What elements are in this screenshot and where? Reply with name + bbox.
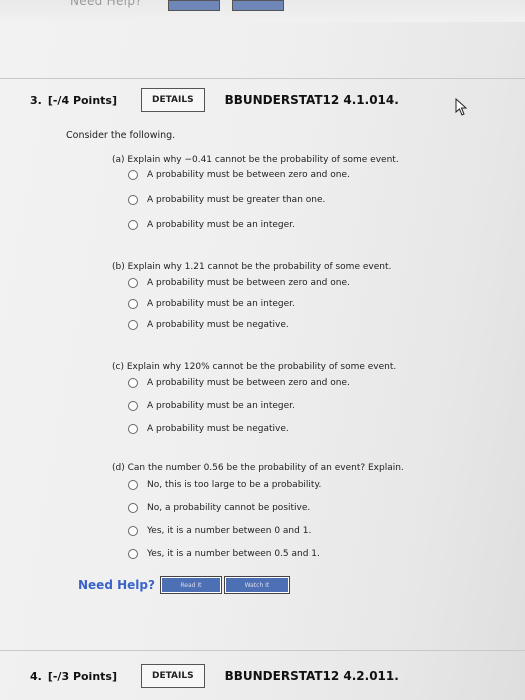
part-d-option-2[interactable]: No, a probability cannot be positive. xyxy=(128,503,310,513)
question4-header: 4. [-/3 Points] DETAILS BBUNDERSTAT12 4.… xyxy=(30,664,399,688)
option-label: A probability must be an integer. xyxy=(147,299,295,309)
radio-icon[interactable] xyxy=(128,320,138,330)
question3-details-button[interactable]: DETAILS xyxy=(141,88,205,112)
radio-icon[interactable] xyxy=(128,170,138,180)
option-label: A probability must be between zero and o… xyxy=(147,378,350,388)
part-c-option-1[interactable]: A probability must be between zero and o… xyxy=(128,378,350,388)
question-divider xyxy=(0,650,525,651)
previous-question-strip: Need Help? xyxy=(0,0,525,22)
option-label: No, a probability cannot be positive. xyxy=(147,503,311,513)
radio-icon[interactable] xyxy=(128,220,138,230)
question3-intro: Consider the following. xyxy=(66,130,176,141)
question4-details-button[interactable]: DETAILS xyxy=(141,664,205,688)
need-help-label: Need Help? xyxy=(78,578,155,592)
part-a-option-2[interactable]: A probability must be greater than one. xyxy=(128,195,325,205)
radio-icon[interactable] xyxy=(128,549,138,559)
previous-read-it-button[interactable] xyxy=(168,0,220,11)
option-label: A probability must be between zero and o… xyxy=(147,278,350,288)
option-label: A probability must be negative. xyxy=(147,320,289,330)
radio-icon[interactable] xyxy=(128,480,138,490)
question4-points: [-/3 Points] xyxy=(47,669,117,683)
previous-need-help-text: Need Help? xyxy=(70,0,142,8)
radio-icon[interactable] xyxy=(128,526,138,536)
part-a-prompt: (a) Explain why −0.41 cannot be the prob… xyxy=(112,155,399,165)
option-label: A probability must be between zero and o… xyxy=(147,170,350,180)
option-label: A probability must be an integer. xyxy=(147,220,295,230)
part-b-option-1[interactable]: A probability must be between zero and o… xyxy=(128,278,350,288)
part-b-option-2[interactable]: A probability must be an integer. xyxy=(128,299,295,309)
option-label: No, this is too large to be a probabilit… xyxy=(147,480,322,490)
radio-icon[interactable] xyxy=(128,401,138,411)
previous-watch-it-button[interactable] xyxy=(232,0,284,11)
question-divider xyxy=(0,78,525,79)
radio-icon[interactable] xyxy=(128,299,138,309)
radio-icon[interactable] xyxy=(128,503,138,513)
radio-icon[interactable] xyxy=(128,424,138,434)
part-c-prompt: (c) Explain why 120% cannot be the proba… xyxy=(112,362,397,372)
question3-points: [-/4 Points] xyxy=(47,93,117,107)
option-label: A probability must be negative. xyxy=(147,424,289,434)
radio-icon[interactable] xyxy=(128,278,138,288)
part-d-option-4[interactable]: Yes, it is a number between 0.5 and 1. xyxy=(128,549,320,559)
mouse-pointer-icon xyxy=(455,98,468,116)
read-it-button[interactable]: Read It xyxy=(159,576,222,594)
part-b-prompt: (b) Explain why 1.21 cannot be the proba… xyxy=(112,262,392,272)
part-b-option-3[interactable]: A probability must be negative. xyxy=(128,320,289,330)
part-d-prompt: (d) Can the number 0.56 be the probabili… xyxy=(112,463,404,473)
question3-number: 3. xyxy=(30,93,42,107)
part-d-option-3[interactable]: Yes, it is a number between 0 and 1. xyxy=(128,526,311,536)
radio-icon[interactable] xyxy=(128,195,138,205)
page: Need Help? 3. [-/4 Points] DETAILS BBUND… xyxy=(0,0,525,700)
option-label: A probability must be an integer. xyxy=(147,401,295,411)
question3-code: BBUNDERSTAT12 4.1.014. xyxy=(224,93,399,107)
radio-icon[interactable] xyxy=(128,378,138,388)
option-label: Yes, it is a number between 0 and 1. xyxy=(147,526,312,536)
watch-it-button[interactable]: Watch It xyxy=(223,576,290,594)
question3-header: 3. [-/4 Points] DETAILS BBUNDERSTAT12 4.… xyxy=(30,88,399,112)
part-c-option-2[interactable]: A probability must be an integer. xyxy=(128,401,295,411)
part-c-option-3[interactable]: A probability must be negative. xyxy=(128,424,289,434)
option-label: A probability must be greater than one. xyxy=(147,195,326,205)
part-a-option-1[interactable]: A probability must be between zero and o… xyxy=(128,170,350,180)
part-a-option-3[interactable]: A probability must be an integer. xyxy=(128,220,295,230)
question4-number: 4. xyxy=(30,669,42,683)
option-label: Yes, it is a number between 0.5 and 1. xyxy=(147,549,320,559)
need-help-row: Need Help? Read It Watch It xyxy=(78,576,293,594)
part-d-option-1[interactable]: No, this is too large to be a probabilit… xyxy=(128,480,321,490)
question4-code: BBUNDERSTAT12 4.2.011. xyxy=(224,669,399,683)
